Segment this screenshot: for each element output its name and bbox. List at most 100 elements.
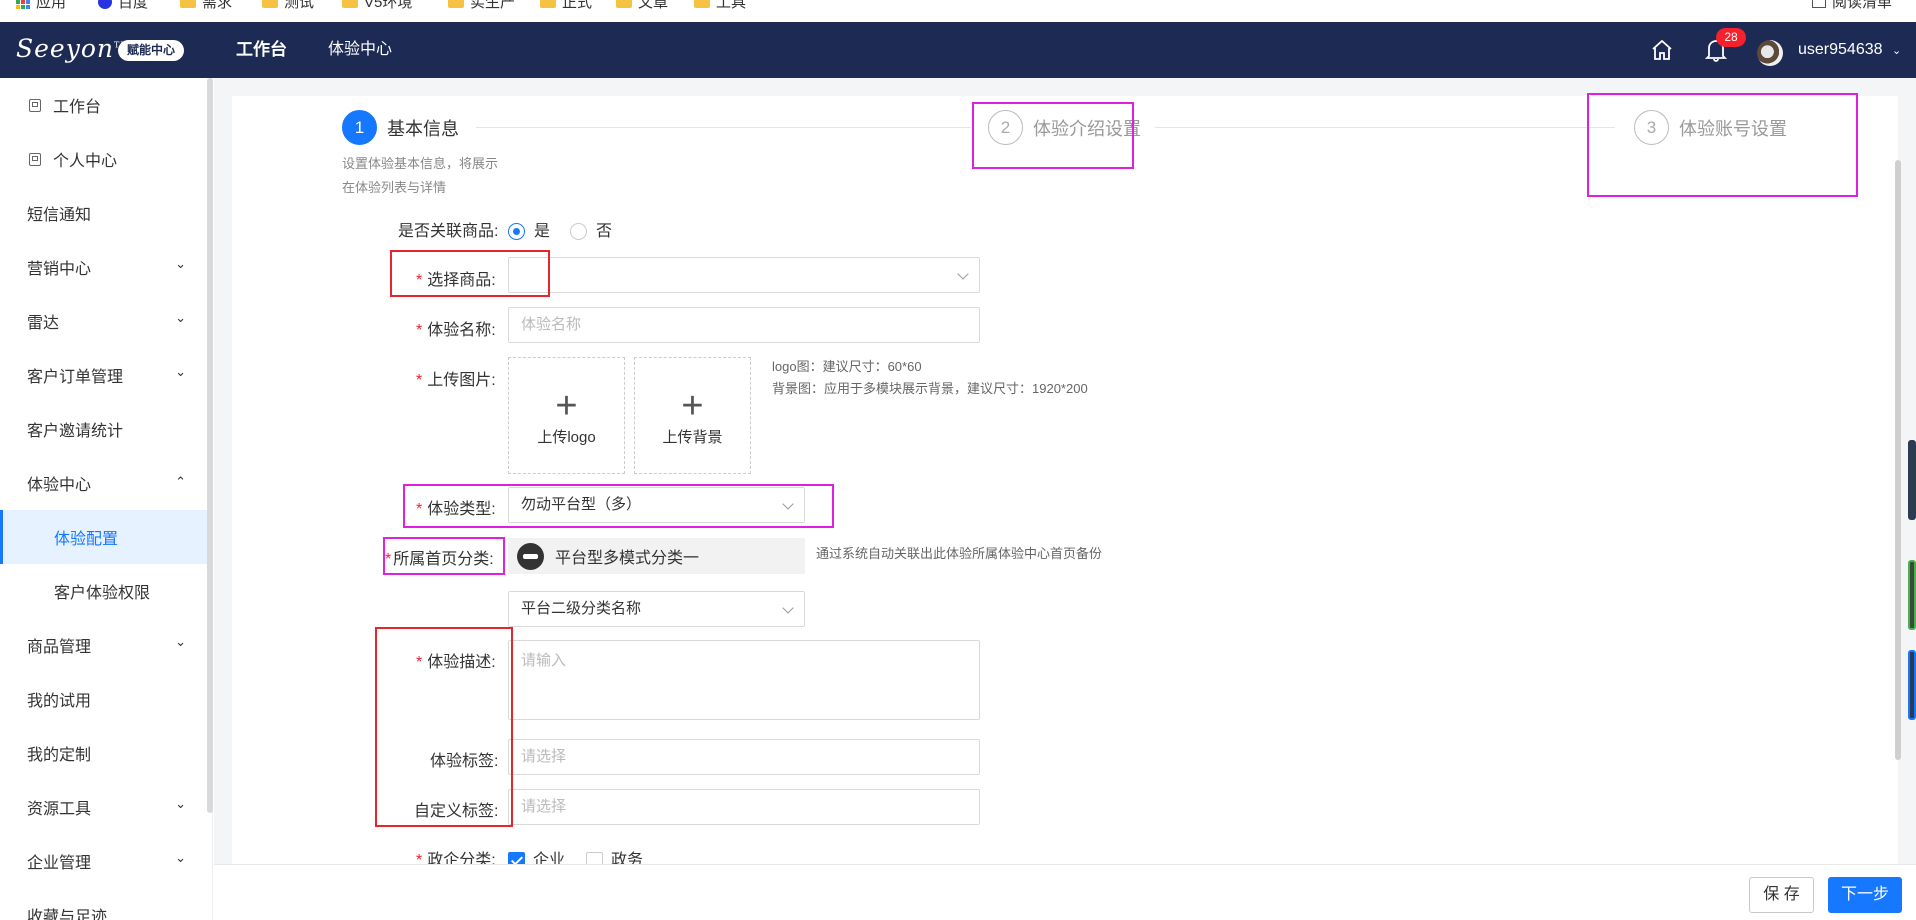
nav-workbench[interactable]: 工作台 <box>236 22 287 78</box>
select-value: 勿动平台型（多） <box>521 496 642 513</box>
link-goods-radio-no[interactable]: 否 <box>570 217 612 241</box>
sidebar-item-label: 个人中心 <box>53 153 118 170</box>
category-logo-icon <box>517 542 544 570</box>
description-textarea[interactable]: 请输入 <box>508 640 980 720</box>
bookmark-folder[interactable]: 需求 <box>180 0 232 12</box>
sidebar-item-label: 工作台 <box>53 99 102 116</box>
step-number: 2 <box>988 110 1023 145</box>
sidebar-item-goods[interactable]: 商品管理 ⌄ <box>0 618 208 672</box>
required-mark: * <box>416 654 423 671</box>
sidebar-item-label: 我的试用 <box>27 693 92 710</box>
link-goods-radio-yes[interactable]: 是 <box>508 217 550 241</box>
enablement-center-badge: 赋能中心 <box>118 40 185 61</box>
sidebar-item-label: 短信通知 <box>27 207 92 224</box>
bookmark-label: 文章 <box>638 0 669 11</box>
required-mark: * <box>416 272 423 289</box>
seeyon-logo[interactable]: SeeyonTM <box>16 34 130 63</box>
bookmark-label: 需求 <box>202 0 233 11</box>
bookmark-label: 应用 <box>36 0 67 11</box>
folder-icon <box>448 0 464 8</box>
label-text: 体验类型 <box>427 501 492 518</box>
upload-image-label: * 上传图片: <box>416 372 496 389</box>
tags-select[interactable]: 请选择 <box>508 739 980 775</box>
label-text: 选择商品 <box>427 272 492 289</box>
experience-name-input[interactable]: 体验名称 <box>508 307 980 343</box>
reading-list[interactable]: 阅读清单 <box>1812 0 1892 12</box>
sidebar-item-radar[interactable]: 雷达 ⌄ <box>0 294 208 348</box>
upload-hint-logo: logo图：建议尺寸：60*60 <box>772 359 922 374</box>
select-goods-dropdown[interactable] <box>508 257 980 293</box>
bookmark-folder[interactable]: 实生产 <box>448 0 515 12</box>
sidebar-item-sms[interactable]: 短信通知 <box>0 186 208 240</box>
sidebar-item-resources[interactable]: 资源工具 ⌄ <box>0 780 208 834</box>
sidebar-item-experience-config[interactable]: 体验配置 <box>0 510 208 564</box>
experience-name-label: * 体验名称: <box>416 322 496 339</box>
sidebar-item-experience-center[interactable]: 体验中心 ⌃ <box>0 456 208 510</box>
folder-icon <box>694 0 710 8</box>
sidebar-item-enterprise[interactable]: 企业管理 ⌄ <box>0 834 208 888</box>
chevron-down-icon <box>957 268 969 280</box>
sidebar-item-workbench[interactable]: 工作台 <box>0 78 208 132</box>
sidebar-scrollbar[interactable] <box>207 78 213 813</box>
sidebar-item-my-trial[interactable]: 我的试用 <box>0 672 208 726</box>
sidebar-item-label: 雷达 <box>27 315 60 332</box>
chevron-down-icon <box>782 498 794 510</box>
bookmark-baidu[interactable]: 百度 <box>98 0 148 12</box>
select-goods-label: * 选择商品: <box>416 272 496 289</box>
edge-widget[interactable] <box>1908 650 1916 720</box>
sidebar-item-invite-stats[interactable]: 客户邀请统计 <box>0 402 208 456</box>
description-label: * 体验描述: <box>416 654 496 671</box>
bookmark-folder[interactable]: 文章 <box>616 0 668 12</box>
next-button[interactable]: 下一步 <box>1828 877 1902 913</box>
sidebar-item-label: 企业管理 <box>27 855 92 872</box>
folder-icon <box>180 0 196 8</box>
required-mark: * <box>416 501 423 518</box>
sidebar-item-orders[interactable]: 客户订单管理 ⌄ <box>0 348 208 402</box>
required-mark: * <box>416 322 423 339</box>
tags-label: 体验标签: <box>430 753 499 770</box>
workbench-icon <box>29 98 41 112</box>
step-description: 设置体验基本信息，将展示在体验列表与详情 <box>342 156 499 195</box>
chevron-down-icon: ⌄ <box>175 850 186 865</box>
edge-widget[interactable] <box>1908 440 1916 520</box>
sub-category-select[interactable]: 平台二级分类名称 <box>508 591 805 627</box>
bookmark-folder[interactable]: 工具 <box>694 0 746 12</box>
step-intro-settings[interactable]: 2 体验介绍设置 <box>988 110 1141 145</box>
save-button[interactable]: 保 存 <box>1749 877 1814 913</box>
reading-list-label: 阅读清单 <box>1832 0 1893 11</box>
sidebar-item-marketing[interactable]: 营销中心 ⌄ <box>0 240 208 294</box>
baidu-paw-icon <box>98 0 112 9</box>
step-account-settings[interactable]: 3 体验账号设置 <box>1634 110 1787 145</box>
upload-logo-button[interactable]: + 上传logo <box>508 357 625 474</box>
step-basic-info[interactable]: 1 基本信息 <box>342 110 459 145</box>
folder-icon <box>262 0 278 8</box>
bookmark-apps[interactable]: 应用 <box>16 0 66 12</box>
custom-tags-select[interactable]: 请选择 <box>508 789 980 825</box>
sidebar-item-label: 客户邀请统计 <box>27 423 124 440</box>
upload-background-button[interactable]: + 上传背景 <box>634 357 751 474</box>
bookmark-folder[interactable]: 测试 <box>262 0 314 12</box>
bookmark-folder[interactable]: 正式 <box>540 0 592 12</box>
home-button[interactable] <box>1650 22 1674 78</box>
bookmark-label: 百度 <box>118 0 149 11</box>
chevron-down-icon[interactable]: ⌄ <box>1892 22 1901 78</box>
avatar[interactable] <box>1757 40 1783 66</box>
top-navbar: SeeyonTM 赋能中心 工作台 体验中心 28 user954638 ⌄ <box>0 22 1916 78</box>
sidebar-item-my-custom[interactable]: 我的定制 <box>0 726 208 780</box>
edge-widget[interactable] <box>1908 560 1916 630</box>
sidebar-item-customer-permission[interactable]: 客户体验权限 <box>0 564 208 618</box>
experience-type-select[interactable]: 勿动平台型（多） <box>508 487 805 523</box>
nav-experience-center[interactable]: 体验中心 <box>328 22 392 78</box>
footer-bar <box>214 864 1916 920</box>
sidebar-item-favorites[interactable]: 收藏与足迹 <box>0 888 208 920</box>
username[interactable]: user954638 <box>1798 22 1883 78</box>
bookmarks-bar: 应用 百度 需求 测试 V5环境 实生产 正式 文章 工具 阅读清单 <box>0 0 1916 22</box>
experience-type-label: * 体验类型: <box>416 501 496 518</box>
sidebar-item-personal-center[interactable]: 个人中心 <box>0 132 208 186</box>
step-number: 1 <box>342 110 377 145</box>
bookmark-folder[interactable]: V5环境 <box>342 0 412 12</box>
content-scrollbar[interactable] <box>1895 160 1901 760</box>
sidebar-item-label: 体验配置 <box>54 531 119 548</box>
label-text: 是否关联商品 <box>398 223 495 240</box>
step-number: 3 <box>1634 110 1669 145</box>
